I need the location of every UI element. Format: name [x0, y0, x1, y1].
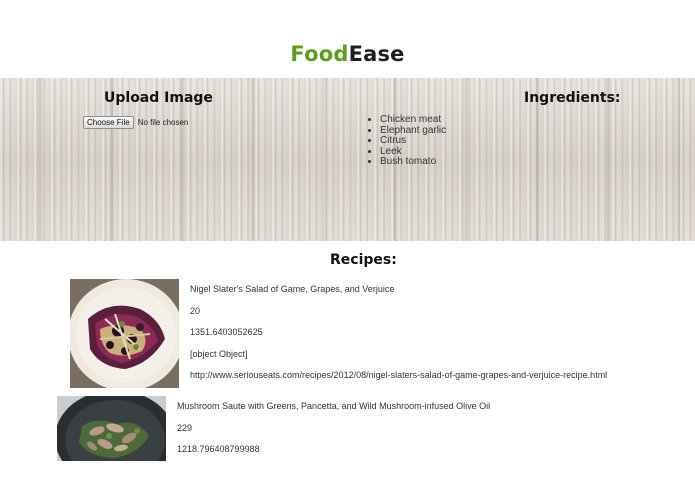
- list-item: Bush tomato: [380, 156, 446, 168]
- recipe-object: [object Object]: [190, 348, 248, 359]
- recipes-heading: Recipes:: [330, 252, 397, 268]
- recipe-url[interactable]: http://www.seriouseats.com/recipes/2012/…: [190, 371, 607, 380]
- upload-panel: Upload Image Choose File No file chosen …: [0, 78, 695, 241]
- file-input[interactable]: Choose File No file chosen: [83, 116, 188, 129]
- ingredient-list: Chicken meat Elephant garlic Citrus Leek…: [368, 114, 446, 168]
- recipe-details: Mushroom Saute with Greens, Pancetta, an…: [177, 402, 490, 467]
- recipe-details: Nigel Slater's Salad of Game, Grapes, an…: [190, 285, 607, 393]
- brand-ease: Ease: [348, 42, 405, 66]
- page: FoodEase Upload Image Choose File No fil…: [0, 0, 695, 494]
- recipe-count: 229: [177, 422, 193, 433]
- recipe-count: 20: [190, 305, 201, 316]
- brand-food: Food: [290, 42, 349, 66]
- recipe-title: Mushroom Saute with Greens, Pancetta, an…: [177, 401, 491, 411]
- recipe-calories: 1218.796408799988: [177, 444, 260, 454]
- upload-heading: Upload Image: [104, 90, 213, 106]
- brand-logo: FoodEase: [0, 42, 695, 66]
- file-status: No file chosen: [137, 118, 189, 127]
- list-item: Citrus: [380, 135, 446, 147]
- recipe-image: [70, 279, 179, 388]
- ingredients-heading: Ingredients:: [524, 90, 621, 106]
- recipe-title: Nigel Slater's Salad of Game, Grapes, an…: [190, 284, 395, 294]
- recipe-calories: 1351.6403052625: [190, 327, 263, 337]
- recipe-image: [57, 396, 166, 461]
- list-item: Chicken meat: [380, 114, 446, 126]
- salad-photo-icon: [70, 279, 179, 388]
- mushroom-photo-icon: [57, 396, 166, 461]
- choose-file-button[interactable]: Choose File: [83, 116, 134, 129]
